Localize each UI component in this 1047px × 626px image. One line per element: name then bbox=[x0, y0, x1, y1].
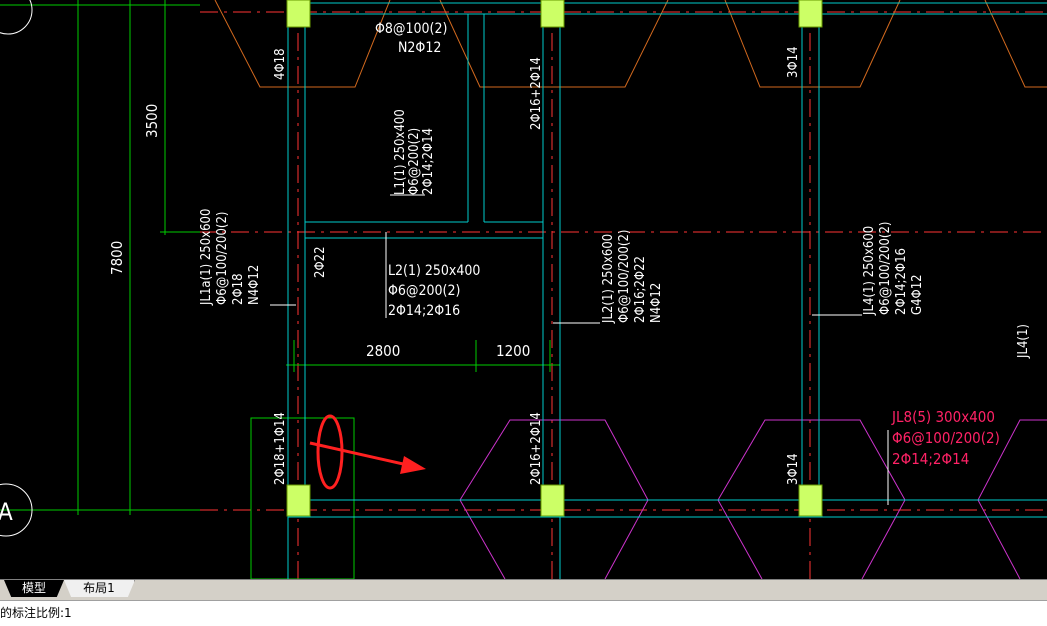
dim-1200: 1200 bbox=[496, 342, 530, 360]
svg-text:2Φ18: 2Φ18 bbox=[231, 273, 246, 305]
svg-text:2Φ14;2Φ16: 2Φ14;2Φ16 bbox=[388, 303, 460, 319]
markup-ellipse bbox=[316, 414, 344, 490]
column bbox=[286, 484, 311, 517]
svg-text:Φ6@100/200(2): Φ6@100/200(2) bbox=[878, 222, 893, 316]
top-beam-stirrup: Φ8@100(2) bbox=[375, 21, 447, 37]
dim-3500: 3500 bbox=[143, 104, 161, 138]
column-bar-label: 2Φ16+2Φ14 bbox=[529, 412, 544, 485]
svg-text:2Φ14;2Φ14: 2Φ14;2Φ14 bbox=[892, 450, 969, 468]
drawing-canvas[interactable]: A 7800 3500 2800 1200 Φ8@100(2) N2Φ12 4Φ… bbox=[0, 0, 1047, 579]
columns bbox=[286, 0, 823, 517]
beam-JL8-annotation: JL8(5) 300x400 Φ6@100/200(2) 2Φ14;2Φ14 bbox=[891, 408, 1000, 468]
svg-text:JL8(5) 300x400: JL8(5) 300x400 bbox=[891, 408, 995, 426]
axis-label-a: A bbox=[0, 498, 13, 526]
footing-outlines-top bbox=[214, 0, 1047, 88]
beam-JL4-edge-label: JL4(1) bbox=[1016, 324, 1031, 359]
column bbox=[540, 484, 565, 517]
beam-JL2-annotation: JL2(1) 250x600 Φ6@100/200(2) 2Φ16;2Φ22 N… bbox=[601, 230, 664, 325]
dim-7800: 7800 bbox=[108, 241, 126, 275]
svg-text:L1(1) 250x400: L1(1) 250x400 bbox=[393, 109, 408, 195]
beam-L2-annotation: L2(1) 250x400 Φ6@200(2) 2Φ14;2Φ16 bbox=[388, 263, 480, 319]
column bbox=[286, 0, 311, 28]
svg-text:Φ6@200(2): Φ6@200(2) bbox=[407, 128, 422, 195]
command-status-bar: 的标注比例:1 bbox=[0, 600, 1047, 626]
svg-text:2Φ14;2Φ16: 2Φ14;2Φ16 bbox=[894, 248, 909, 315]
tab-model[interactable]: 模型 bbox=[4, 580, 64, 597]
column-bar-label: 3Φ14 bbox=[786, 453, 801, 485]
layout-tab-bar: 模型 布局1 bbox=[0, 579, 1047, 600]
svg-text:N4Φ12: N4Φ12 bbox=[649, 283, 664, 323]
column bbox=[798, 484, 823, 517]
svg-text:Φ6@100/200(2): Φ6@100/200(2) bbox=[215, 212, 230, 306]
svg-text:2Φ14;2Φ14: 2Φ14;2Φ14 bbox=[421, 128, 436, 195]
svg-text:G4Φ12: G4Φ12 bbox=[910, 274, 925, 315]
column-bar-label: 2Φ22 bbox=[313, 246, 328, 278]
svg-text:JL2(1) 250x600: JL2(1) 250x600 bbox=[601, 234, 616, 324]
column bbox=[798, 0, 823, 28]
beam-JL1a-annotation: JL1a(1) 250x600 Φ6@100/200(2) 2Φ18 N4Φ12 bbox=[199, 209, 262, 306]
svg-text:Φ6@100/200(2): Φ6@100/200(2) bbox=[892, 429, 1000, 447]
cad-drawing[interactable]: A 7800 3500 2800 1200 Φ8@100(2) N2Φ12 4Φ… bbox=[0, 0, 1047, 579]
column-bar-label: 2Φ18+1Φ14 bbox=[273, 412, 288, 485]
column-bar-label: 3Φ14 bbox=[786, 46, 801, 78]
svg-text:JL1a(1) 250x600: JL1a(1) 250x600 bbox=[199, 209, 214, 306]
svg-text:L2(1) 250x400: L2(1) 250x400 bbox=[388, 263, 480, 279]
svg-text:N4Φ12: N4Φ12 bbox=[247, 265, 262, 305]
markup-arrow bbox=[309, 441, 426, 474]
column-bar-label: 4Φ18 bbox=[273, 48, 288, 80]
svg-text:Φ6@200(2): Φ6@200(2) bbox=[388, 283, 460, 299]
beam-JL4-annotation: JL4(1) 250x600 Φ6@100/200(2) 2Φ14;2Φ16 G… bbox=[862, 222, 925, 317]
svg-text:2Φ16;2Φ22: 2Φ16;2Φ22 bbox=[633, 256, 648, 323]
svg-text:JL4(1) 250x600: JL4(1) 250x600 bbox=[862, 226, 877, 316]
column-bar-label: 2Φ16+2Φ14 bbox=[529, 57, 544, 130]
tab-layout1[interactable]: 布局1 bbox=[64, 580, 135, 597]
dim-2800: 2800 bbox=[366, 342, 400, 360]
column bbox=[540, 0, 565, 28]
svg-text:Φ6@100/200(2): Φ6@100/200(2) bbox=[617, 230, 632, 324]
status-text: 的标注比例:1 bbox=[0, 606, 72, 620]
top-beam-waist: N2Φ12 bbox=[398, 40, 441, 56]
beam-L1-annotation: L1(1) 250x400 Φ6@200(2) 2Φ14;2Φ14 bbox=[393, 109, 436, 195]
